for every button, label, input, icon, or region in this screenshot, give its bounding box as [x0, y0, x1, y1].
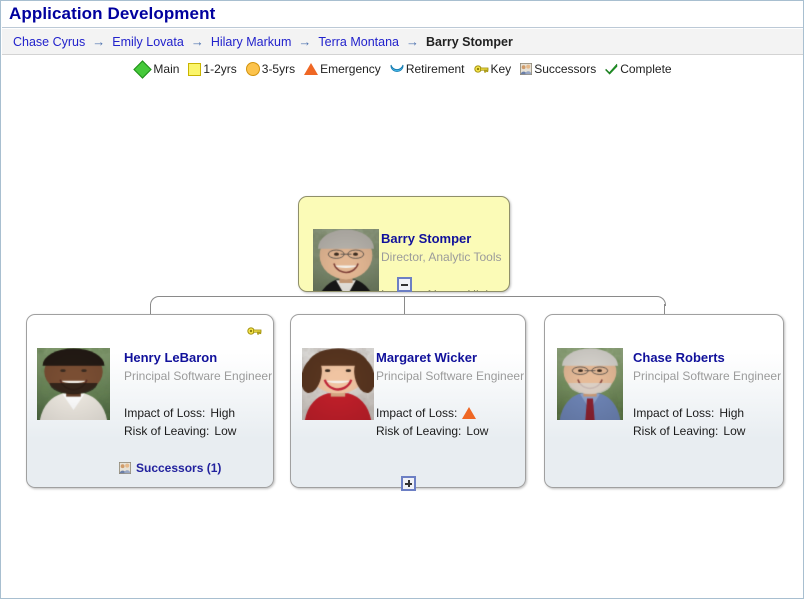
legend-item-2: 3-5yrs	[246, 62, 295, 76]
legend-label: 3-5yrs	[262, 63, 295, 76]
impact-of-loss-value: High	[719, 406, 744, 420]
connector-corner-left	[150, 296, 160, 306]
legend-label: Emergency	[320, 63, 381, 76]
breadcrumb-arrow-icon: →	[92, 36, 105, 48]
person-title: Principal Software Engineer	[376, 369, 524, 383]
connector-drop-mid	[404, 296, 405, 316]
expand-button-child-1[interactable]	[401, 476, 416, 491]
breadcrumb-arrow-icon: →	[191, 36, 204, 48]
impact-of-loss-label: Impact of Loss:	[381, 288, 462, 292]
person-title: Principal Software Engineer	[124, 369, 272, 383]
legend-item-5: Key	[474, 63, 512, 76]
legend-item-3: Emergency	[304, 63, 381, 76]
legend-item-7: Complete	[605, 63, 671, 76]
person-name[interactable]: Henry LeBaron	[124, 350, 217, 365]
orange-circle-icon	[246, 62, 260, 76]
successors-label: Successors (1)	[136, 461, 221, 475]
breadcrumb: Chase Cyrus → Emily Lovata → Hilary Markum → T…	[2, 29, 804, 55]
orange-triangle-icon	[462, 407, 476, 419]
impact-of-loss-value: High	[467, 288, 492, 292]
breadcrumb-item-4: Barry Stomper	[426, 35, 513, 49]
key-icon-glyph	[247, 324, 262, 336]
person-title: Principal Software Engineer	[633, 369, 781, 383]
legend-label: Retirement	[406, 63, 465, 76]
impact-of-loss-label: Impact of Loss:	[633, 406, 714, 420]
photo-henry-lebaron	[37, 348, 110, 420]
breadcrumb-item-0[interactable]: Chase Cyrus	[13, 35, 85, 49]
green-diamond-icon	[134, 60, 152, 78]
retirement-icon	[390, 63, 404, 75]
yellow-square-icon	[188, 63, 201, 76]
risk-of-leaving-label: Risk of Leaving:	[124, 424, 209, 438]
risk-of-leaving: Risk of Leaving: Low	[376, 424, 488, 438]
photo-margaret-wicker	[302, 348, 374, 420]
orange-triangle-icon	[304, 63, 318, 75]
breadcrumb-item-3[interactable]: Terra Montana	[318, 35, 399, 49]
breadcrumb-arrow-icon: →	[298, 36, 311, 48]
person-name[interactable]: Margaret Wicker	[376, 350, 477, 365]
org-chart-canvas: Barry Stomper Director, Analytic Tools I…	[2, 83, 804, 598]
connector-bus	[159, 296, 656, 297]
key-icon	[247, 324, 262, 342]
legend-label: Complete	[620, 63, 671, 76]
legend-item-1: 1-2yrs	[188, 63, 236, 76]
legend-item-6: Successors	[520, 63, 596, 76]
org-card-child-2[interactable]: Chase Roberts Principal Software Enginee…	[544, 314, 784, 488]
successors-icon	[520, 63, 532, 75]
page-title: Application Development	[9, 5, 215, 23]
legend: Main 1-2yrs 3-5yrs Emergency Retirement Key Su…	[2, 56, 804, 82]
risk-of-leaving-value: Low	[723, 424, 745, 438]
impact-of-loss: Impact of Loss: High	[633, 406, 744, 420]
org-card-child-1[interactable]: Margaret Wicker Principal Software Engin…	[290, 314, 526, 488]
risk-of-leaving: Risk of Leaving: Low	[633, 424, 745, 438]
legend-label: 1-2yrs	[203, 63, 236, 76]
org-chart-page: Application Development Chase Cyrus → Emil…	[0, 0, 804, 599]
key-icon	[474, 63, 489, 75]
impact-of-loss: Impact of Loss: High	[124, 406, 235, 420]
risk-of-leaving: Risk of Leaving: Low	[124, 424, 236, 438]
risk-of-leaving-label: Risk of Leaving:	[376, 424, 461, 438]
risk-of-leaving-value: Low	[214, 424, 236, 438]
plus-icon-v	[408, 480, 410, 487]
breadcrumb-item-2[interactable]: Hilary Markum	[211, 35, 292, 49]
legend-label: Successors	[534, 63, 596, 76]
risk-of-leaving-label: Risk of Leaving:	[633, 424, 718, 438]
legend-label: Main	[153, 63, 179, 76]
impact-of-loss-label: Impact of Loss:	[376, 406, 457, 420]
minus-icon	[401, 284, 408, 286]
impact-of-loss: Impact of Loss:	[376, 406, 476, 420]
successors-link[interactable]: Successors (1)	[119, 461, 221, 475]
collapse-button-root[interactable]	[397, 277, 412, 292]
org-card-child-0[interactable]: Henry LeBaron Principal Software Enginee…	[26, 314, 274, 488]
impact-of-loss-label: Impact of Loss:	[124, 406, 205, 420]
impact-of-loss-value: High	[210, 406, 235, 420]
legend-item-0: Main	[134, 63, 179, 76]
breadcrumb-item-1[interactable]: Emily Lovata	[112, 35, 184, 49]
person-name[interactable]: Barry Stomper	[381, 231, 471, 246]
title-bar: Application Development	[2, 1, 804, 28]
risk-of-leaving-value: Low	[466, 424, 488, 438]
check-icon	[605, 63, 618, 75]
breadcrumb-arrow-icon: →	[406, 36, 419, 48]
successors-icon	[119, 462, 131, 474]
legend-item-4: Retirement	[390, 63, 465, 76]
person-title: Director, Analytic Tools	[381, 250, 502, 264]
photo-barry-stomper	[313, 229, 379, 292]
photo-chase-roberts	[557, 348, 623, 420]
legend-label: Key	[491, 63, 512, 76]
person-name[interactable]: Chase Roberts	[633, 350, 725, 365]
